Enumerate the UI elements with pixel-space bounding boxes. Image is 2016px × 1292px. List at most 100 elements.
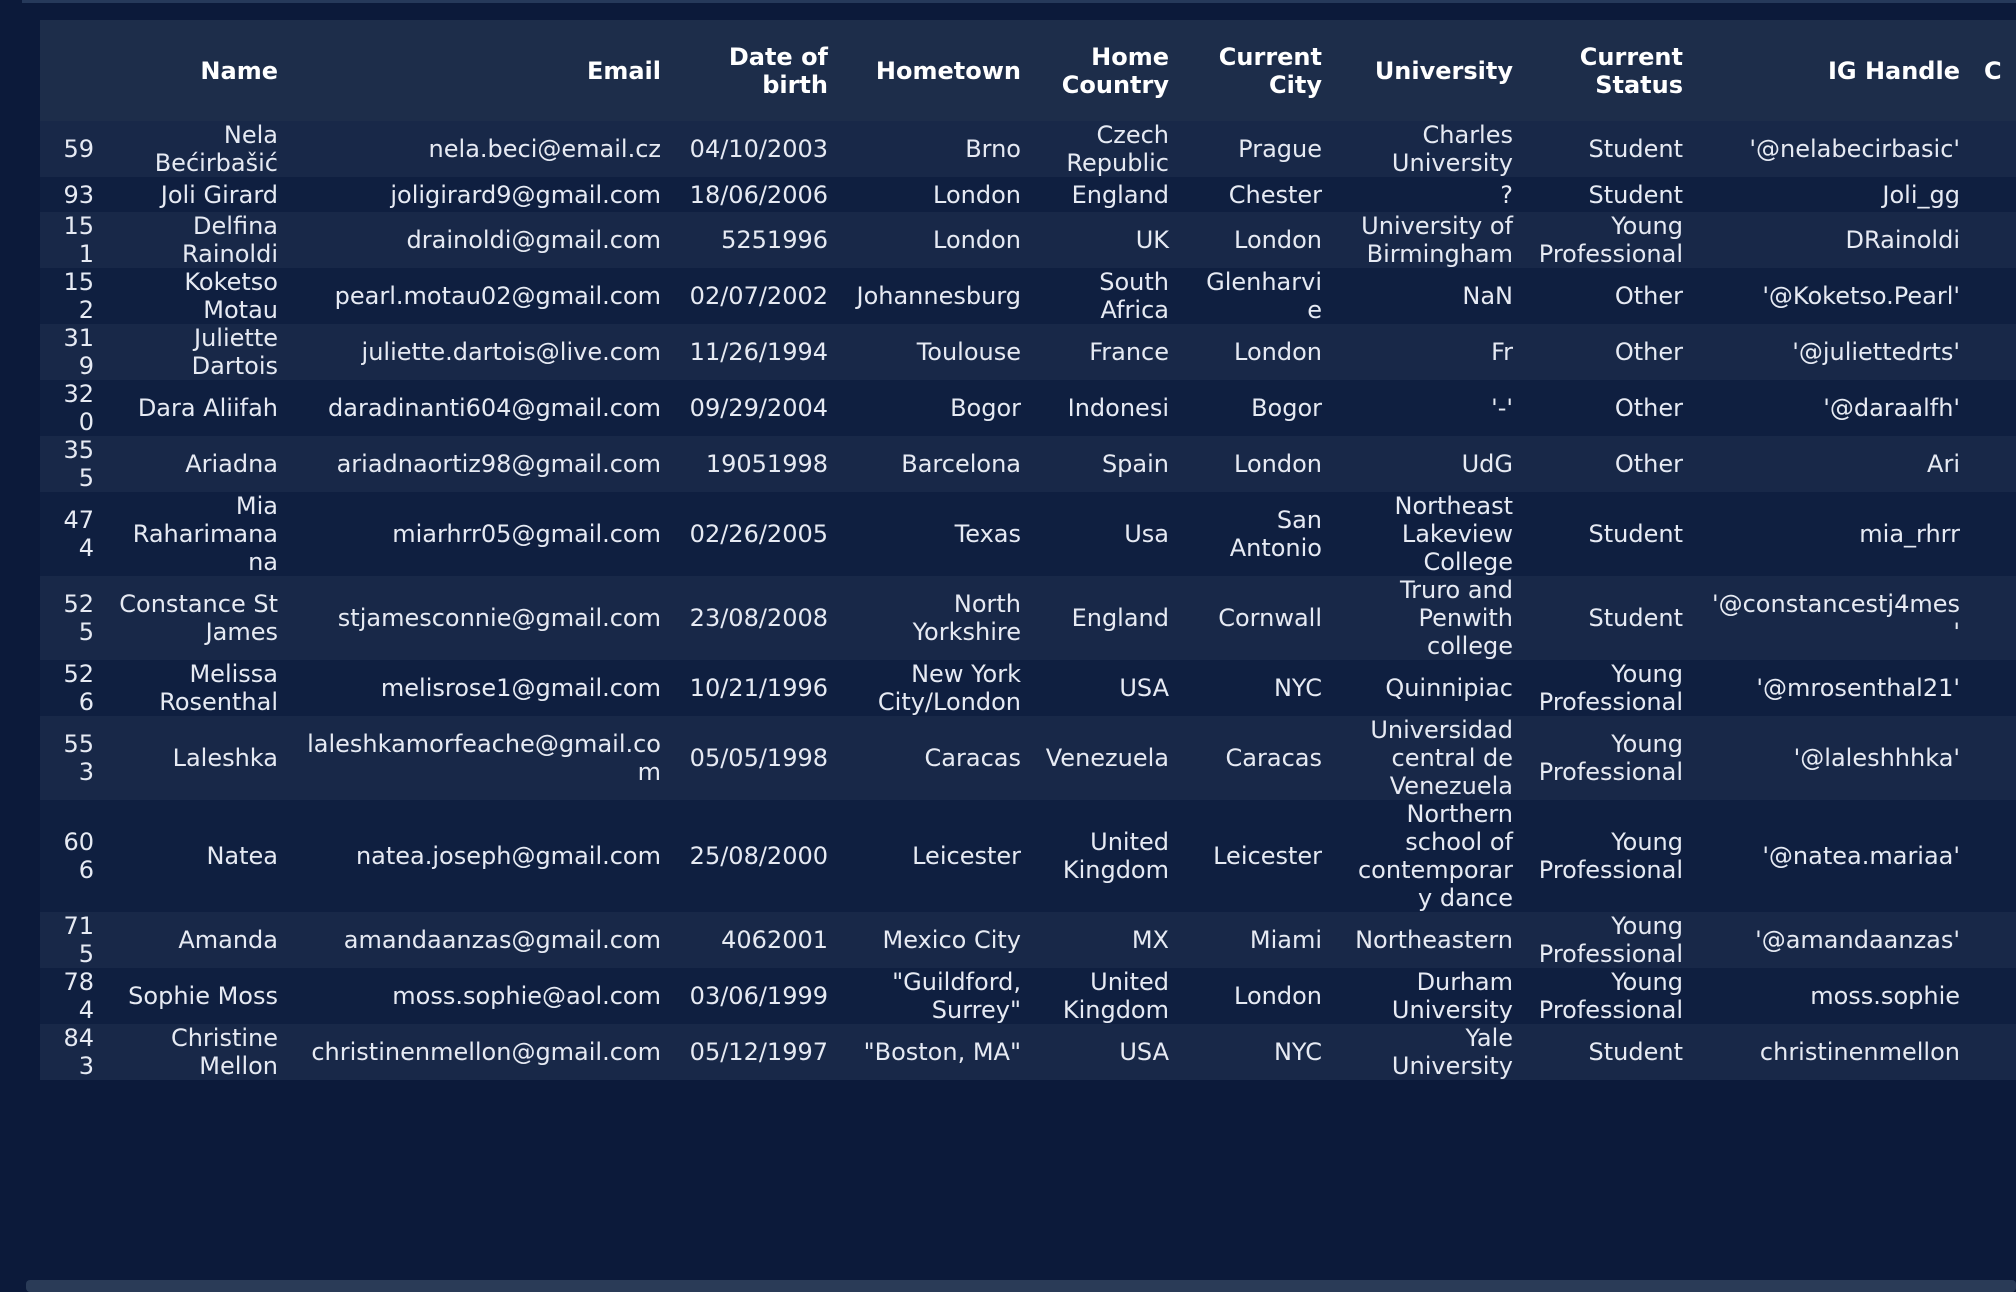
cell-university: Truro and Penwith college: [1334, 576, 1525, 660]
header-current-city: Current City: [1181, 20, 1334, 121]
cell-current-city: San Antonio: [1181, 492, 1334, 576]
cell-current-status: Other: [1525, 436, 1695, 492]
row-index: 526: [40, 660, 106, 716]
table-row: 784 Sophie Moss moss.sophie@aol.com 03/06/1…: [40, 968, 2016, 1024]
cell-date-of-birth: 19051998: [673, 436, 840, 492]
header-hometown: Hometown: [840, 20, 1033, 121]
top-scrollbar-edge: [22, 0, 2016, 3]
cell-email: juliette.dartois@live.com: [290, 324, 673, 380]
cell-university: ?: [1334, 177, 1525, 212]
dataframe-table-container[interactable]: Name Email Date of birth Hometown Home C…: [40, 20, 2016, 1280]
cell-ig-handle: mia_rhrr: [1695, 492, 1972, 576]
row-index: 152: [40, 268, 106, 324]
cell-truncated: [1972, 1024, 2016, 1080]
table-row: 355 Ariadna ariadnaortiz98@gmail.com 190519…: [40, 436, 2016, 492]
cell-university: NaN: [1334, 268, 1525, 324]
cell-home-country: MX: [1033, 912, 1181, 968]
cell-date-of-birth: 11/26/1994: [673, 324, 840, 380]
cell-date-of-birth: 4062001: [673, 912, 840, 968]
cell-date-of-birth: 04/10/2003: [673, 121, 840, 177]
row-index: 843: [40, 1024, 106, 1080]
cell-email: melisrose1@gmail.com: [290, 660, 673, 716]
table-row: 715 Amanda amandaanzas@gmail.com 4062001 Mex…: [40, 912, 2016, 968]
cell-home-country: Venezuela: [1033, 716, 1181, 800]
cell-ig-handle: '@constancestj4mes': [1695, 576, 1972, 660]
table-row: 151 Delfina Rainoldi drainoldi@gmail.com 52…: [40, 212, 2016, 268]
cell-truncated: [1972, 912, 2016, 968]
cell-hometown: Barcelona: [840, 436, 1033, 492]
cell-hometown: Mexico City: [840, 912, 1033, 968]
horizontal-scrollbar[interactable]: [26, 1280, 2016, 1292]
cell-home-country: England: [1033, 177, 1181, 212]
cell-name: Dara Aliifah: [106, 380, 290, 436]
cell-university: Fr: [1334, 324, 1525, 380]
cell-name: Juliette Dartois: [106, 324, 290, 380]
cell-email: daradinanti604@gmail.com: [290, 380, 673, 436]
cell-current-city: London: [1181, 324, 1334, 380]
cell-home-country: Spain: [1033, 436, 1181, 492]
cell-current-city: London: [1181, 212, 1334, 268]
cell-date-of-birth: 02/26/2005: [673, 492, 840, 576]
cell-ig-handle: Joli_gg: [1695, 177, 1972, 212]
cell-university: UdG: [1334, 436, 1525, 492]
row-index: 606: [40, 800, 106, 912]
table-row: 59 Nela Bećirbašić nela.beci@email.cz 04/10…: [40, 121, 2016, 177]
row-index: 59: [40, 121, 106, 177]
cell-truncated: [1972, 968, 2016, 1024]
row-index: 355: [40, 436, 106, 492]
cell-name: Sophie Moss: [106, 968, 290, 1024]
cell-name: Melissa Rosenthal: [106, 660, 290, 716]
cell-date-of-birth: 25/08/2000: [673, 800, 840, 912]
cell-home-country: Usa: [1033, 492, 1181, 576]
cell-truncated: [1972, 716, 2016, 800]
cell-hometown: New York City/London: [840, 660, 1033, 716]
cell-current-city: Cornwall: [1181, 576, 1334, 660]
row-index: 715: [40, 912, 106, 968]
cell-current-status: Young Professional: [1525, 800, 1695, 912]
cell-current-city: NYC: [1181, 660, 1334, 716]
cell-name: Mia Raharimanana: [106, 492, 290, 576]
cell-hometown: Toulouse: [840, 324, 1033, 380]
cell-hometown: Brno: [840, 121, 1033, 177]
header-date-of-birth: Date of birth: [673, 20, 840, 121]
cell-date-of-birth: 03/06/1999: [673, 968, 840, 1024]
cell-ig-handle: '@daraalfh': [1695, 380, 1972, 436]
cell-university: Universidad central de Venezuela: [1334, 716, 1525, 800]
cell-truncated: [1972, 576, 2016, 660]
cell-hometown: North Yorkshire: [840, 576, 1033, 660]
cell-university: Durham University: [1334, 968, 1525, 1024]
cell-truncated: [1972, 660, 2016, 716]
cell-truncated: [1972, 800, 2016, 912]
cell-name: Natea: [106, 800, 290, 912]
cell-current-city: Chester: [1181, 177, 1334, 212]
cell-truncated: [1972, 268, 2016, 324]
cell-date-of-birth: 23/08/2008: [673, 576, 840, 660]
cell-date-of-birth: 18/06/2006: [673, 177, 840, 212]
cell-truncated: [1972, 212, 2016, 268]
cell-current-city: Bogor: [1181, 380, 1334, 436]
table-row: 553 Laleshka laleshkamorfeache@gmail.com 05…: [40, 716, 2016, 800]
cell-current-status: Student: [1525, 177, 1695, 212]
cell-name: Delfina Rainoldi: [106, 212, 290, 268]
header-university: University: [1334, 20, 1525, 121]
cell-home-country: United Kingdom: [1033, 800, 1181, 912]
cell-truncated: [1972, 492, 2016, 576]
cell-hometown: "Boston, MA": [840, 1024, 1033, 1080]
header-truncated-column: C: [1972, 20, 2016, 121]
cell-current-city: Miami: [1181, 912, 1334, 968]
cell-ig-handle: DRainoldi: [1695, 212, 1972, 268]
cell-truncated: [1972, 177, 2016, 212]
cell-university: Charles University: [1334, 121, 1525, 177]
dataframe-table: Name Email Date of birth Hometown Home C…: [40, 20, 2016, 1080]
cell-current-status: Other: [1525, 324, 1695, 380]
cell-hometown: Bogor: [840, 380, 1033, 436]
cell-email: pearl.motau02@gmail.com: [290, 268, 673, 324]
cell-home-country: UK: [1033, 212, 1181, 268]
row-index: 319: [40, 324, 106, 380]
cell-current-status: Young Professional: [1525, 912, 1695, 968]
row-index: 151: [40, 212, 106, 268]
cell-ig-handle: moss.sophie: [1695, 968, 1972, 1024]
cell-name: Amanda: [106, 912, 290, 968]
header-name: Name: [106, 20, 290, 121]
cell-current-status: Other: [1525, 268, 1695, 324]
